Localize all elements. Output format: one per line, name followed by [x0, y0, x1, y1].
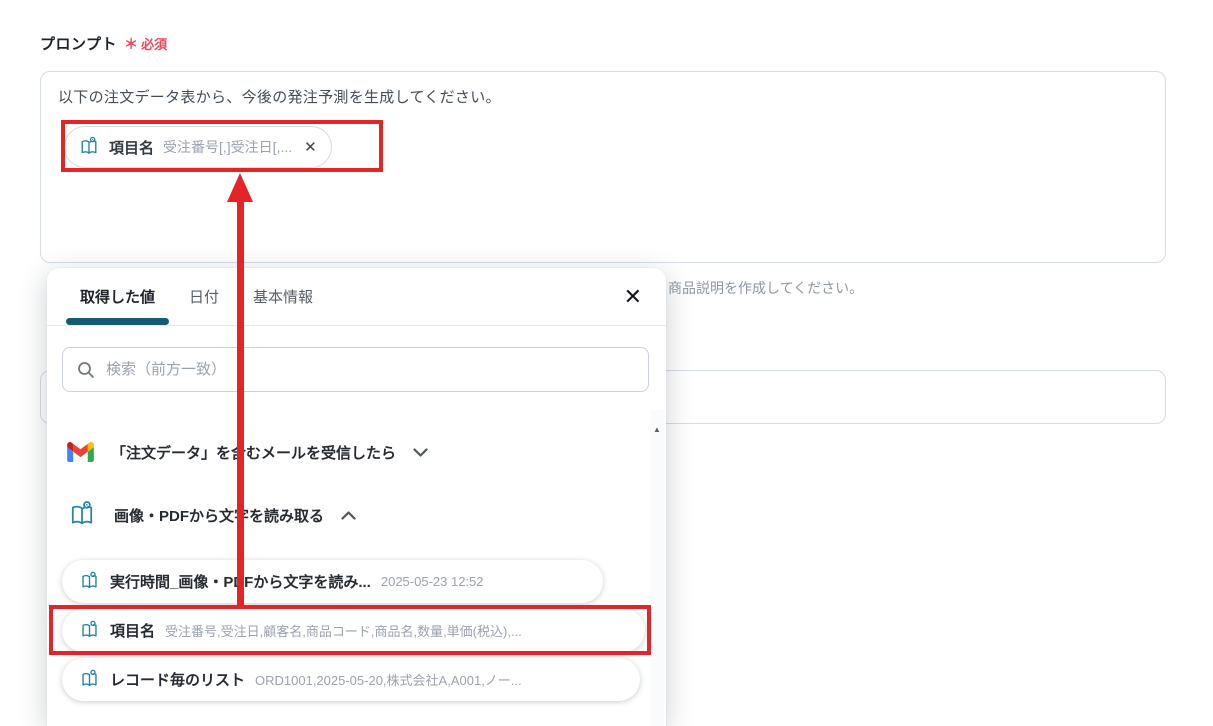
search-input[interactable] — [104, 360, 634, 379]
prompt-text-line: 以下の注文データ表から、今後の発注予測を生成してください。 — [58, 89, 501, 106]
group-row-gmail[interactable]: 「注文データ」を含むメールを受信したら — [67, 437, 428, 467]
required-badge: ＊ 必須 — [124, 34, 167, 54]
list-item-title: レコード毎のリスト — [110, 672, 246, 689]
list-item-title: 実行時間_画像・PDFから文字を読み... — [110, 574, 371, 591]
ocr-book-icon — [79, 571, 100, 592]
required-label: 必須 — [141, 37, 168, 52]
group-gmail-label: 「注文データ」を含むメールを受信したら — [111, 444, 397, 462]
list-item-record-list[interactable]: レコード毎のリスト ORD1001,2025-05-20,株式会社A,A001,… — [62, 658, 640, 701]
ocr-book-icon — [79, 620, 100, 641]
popup-scrollbar[interactable]: ▲ — [650, 410, 664, 726]
variable-picker-popup: 取得した値 日付 基本情報 ✕ ▲ — [47, 268, 666, 726]
tab-date[interactable]: 日付 — [172, 268, 236, 325]
list-item-title: 項目名 — [110, 623, 156, 640]
gmail-icon — [67, 442, 94, 462]
chevron-up-icon — [341, 510, 356, 520]
chip-title: 項目名 — [109, 139, 155, 157]
chevron-down-icon — [413, 447, 428, 457]
list-item-value: ORD1001,2025-05-20,株式会社A,A001,ノー... — [255, 673, 522, 688]
variable-chip[interactable]: 項目名 受注番号[,]受注日[,... ✕ — [64, 126, 332, 168]
popup-close-button[interactable]: ✕ — [622, 284, 644, 310]
list-item-value: 2025-05-23 12:52 — [380, 574, 484, 589]
ocr-book-icon — [67, 500, 97, 530]
search-box[interactable] — [62, 347, 649, 392]
tab-date-label: 日付 — [189, 289, 220, 306]
required-asterisk-icon: ＊ — [124, 36, 139, 52]
chip-value: 受注番号[,]受注日[,... — [163, 139, 293, 155]
tab-basic-info[interactable]: 基本情報 — [236, 268, 330, 325]
ocr-book-icon — [78, 136, 100, 158]
helper-text: 商品説明を作成してください。 — [668, 280, 864, 296]
scroll-up-icon[interactable]: ▲ — [653, 425, 661, 434]
chip-remove-button[interactable]: ✕ — [304, 138, 317, 156]
popup-tabbar: 取得した値 日付 基本情報 ✕ — [47, 268, 666, 326]
page: プロンプト ＊ 必須 以下の注文データ表から、今後の発注予測を生成してください。… — [0, 0, 1213, 726]
tab-basic-info-label: 基本情報 — [253, 289, 314, 306]
list-item-field-names[interactable]: 項目名 受注番号,受注日,顧客名,商品コード,商品名,数量,単価(税込),... — [62, 609, 645, 652]
group-row-ocr[interactable]: 画像・PDFから文字を読み取る — [67, 498, 356, 532]
search-icon — [77, 361, 95, 379]
tab-retrieved-values[interactable]: 取得した値 — [63, 268, 172, 325]
prompt-label-text: プロンプト — [40, 36, 118, 53]
ocr-book-icon — [79, 669, 100, 690]
tab-retrieved-values-label: 取得した値 — [80, 289, 156, 306]
list-item-value: 受注番号,受注日,顧客名,商品コード,商品名,数量,単価(税込),... — [165, 624, 522, 639]
group-ocr-label: 画像・PDFから文字を読み取る — [114, 507, 325, 525]
prompt-field-label: プロンプト ＊ 必須 — [40, 33, 167, 54]
list-item-exec-time[interactable]: 実行時間_画像・PDFから文字を読み... 2025-05-23 12:52 — [62, 560, 603, 603]
